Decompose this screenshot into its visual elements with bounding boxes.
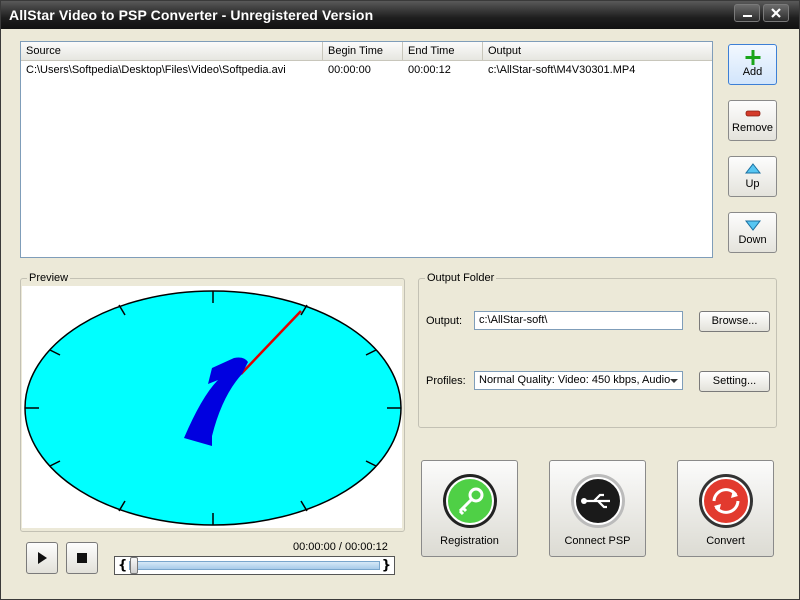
stop-icon bbox=[77, 553, 87, 563]
play-icon bbox=[38, 552, 47, 564]
convert-icon bbox=[699, 474, 753, 528]
table-row[interactable]: C:\Users\Softpedia\Desktop\Files\Video\S… bbox=[21, 62, 712, 78]
chevron-down-icon[interactable] bbox=[667, 373, 681, 388]
key-icon bbox=[443, 474, 497, 528]
registration-button[interactable]: Registration bbox=[421, 460, 518, 557]
registration-label: Registration bbox=[440, 535, 499, 547]
end-marker[interactable]: } bbox=[382, 558, 391, 573]
usb-icon bbox=[571, 474, 625, 528]
time-display: 00:00:00 / 00:00:12 bbox=[293, 541, 388, 553]
cell-source: C:\Users\Softpedia\Desktop\Files\Video\S… bbox=[26, 64, 286, 76]
preview-title: Preview bbox=[27, 272, 71, 284]
preview-video[interactable] bbox=[22, 286, 402, 528]
up-label: Up bbox=[745, 178, 760, 190]
setting-button[interactable]: Setting... bbox=[699, 371, 770, 392]
close-icon bbox=[771, 8, 781, 18]
close-button[interactable] bbox=[763, 4, 789, 22]
minus-icon bbox=[745, 110, 760, 117]
play-button[interactable] bbox=[26, 542, 58, 574]
down-label: Down bbox=[738, 234, 767, 246]
remove-label: Remove bbox=[732, 122, 773, 134]
browse-button[interactable]: Browse... bbox=[699, 311, 770, 332]
profiles-select[interactable]: Normal Quality: Video: 450 kbps, Audio bbox=[474, 371, 683, 390]
convert-button[interactable]: Convert bbox=[677, 460, 774, 557]
main-window: AllStar Video to PSP Converter - Unregis… bbox=[0, 0, 800, 600]
file-list[interactable]: Source Begin Time End Time Output C:\Use… bbox=[20, 41, 713, 258]
profiles-select-value: Normal Quality: Video: 450 kbps, Audio bbox=[479, 374, 671, 386]
window-title: AllStar Video to PSP Converter - Unregis… bbox=[9, 7, 374, 23]
seek-slider[interactable]: { } bbox=[114, 556, 395, 575]
output-path-field[interactable]: c:\AllStar-soft\ bbox=[474, 311, 683, 330]
title-bar[interactable]: AllStar Video to PSP Converter - Unregis… bbox=[1, 1, 799, 29]
seek-track[interactable] bbox=[129, 561, 380, 570]
stop-button[interactable] bbox=[66, 542, 98, 574]
preview-group: Preview bbox=[20, 272, 405, 532]
convert-label: Convert bbox=[706, 535, 745, 547]
output-folder-group: Output Folder Output: c:\AllStar-soft\ B… bbox=[418, 272, 777, 428]
add-label: Add bbox=[742, 66, 763, 78]
arrow-up-icon bbox=[744, 163, 761, 174]
column-header-output[interactable]: Output bbox=[483, 42, 712, 61]
down-button[interactable]: Down bbox=[728, 212, 777, 253]
plus-icon bbox=[745, 50, 760, 65]
add-button[interactable]: Add bbox=[728, 44, 777, 85]
minimize-icon bbox=[743, 15, 752, 17]
clock-image bbox=[24, 290, 402, 526]
seek-thumb[interactable] bbox=[130, 557, 138, 574]
minimize-button[interactable] bbox=[734, 4, 760, 22]
list-header: Source Begin Time End Time Output bbox=[21, 42, 712, 61]
up-button[interactable]: Up bbox=[728, 156, 777, 197]
connect-psp-button[interactable]: Connect PSP bbox=[549, 460, 646, 557]
connect-psp-label: Connect PSP bbox=[564, 535, 631, 547]
cell-end-time: 00:00:12 bbox=[408, 64, 451, 76]
output-folder-title: Output Folder bbox=[425, 272, 497, 284]
start-marker[interactable]: { bbox=[118, 558, 127, 573]
profiles-label: Profiles: bbox=[426, 375, 466, 387]
remove-button[interactable]: Remove bbox=[728, 100, 777, 141]
column-header-source[interactable]: Source bbox=[21, 42, 323, 61]
column-header-end-time[interactable]: End Time bbox=[403, 42, 483, 61]
column-header-begin-time[interactable]: Begin Time bbox=[323, 42, 403, 61]
output-label: Output: bbox=[426, 315, 463, 327]
cell-begin-time: 00:00:00 bbox=[328, 64, 371, 76]
arrow-down-icon bbox=[744, 220, 761, 231]
cell-output: c:\AllStar-soft\M4V30301.MP4 bbox=[488, 64, 636, 76]
